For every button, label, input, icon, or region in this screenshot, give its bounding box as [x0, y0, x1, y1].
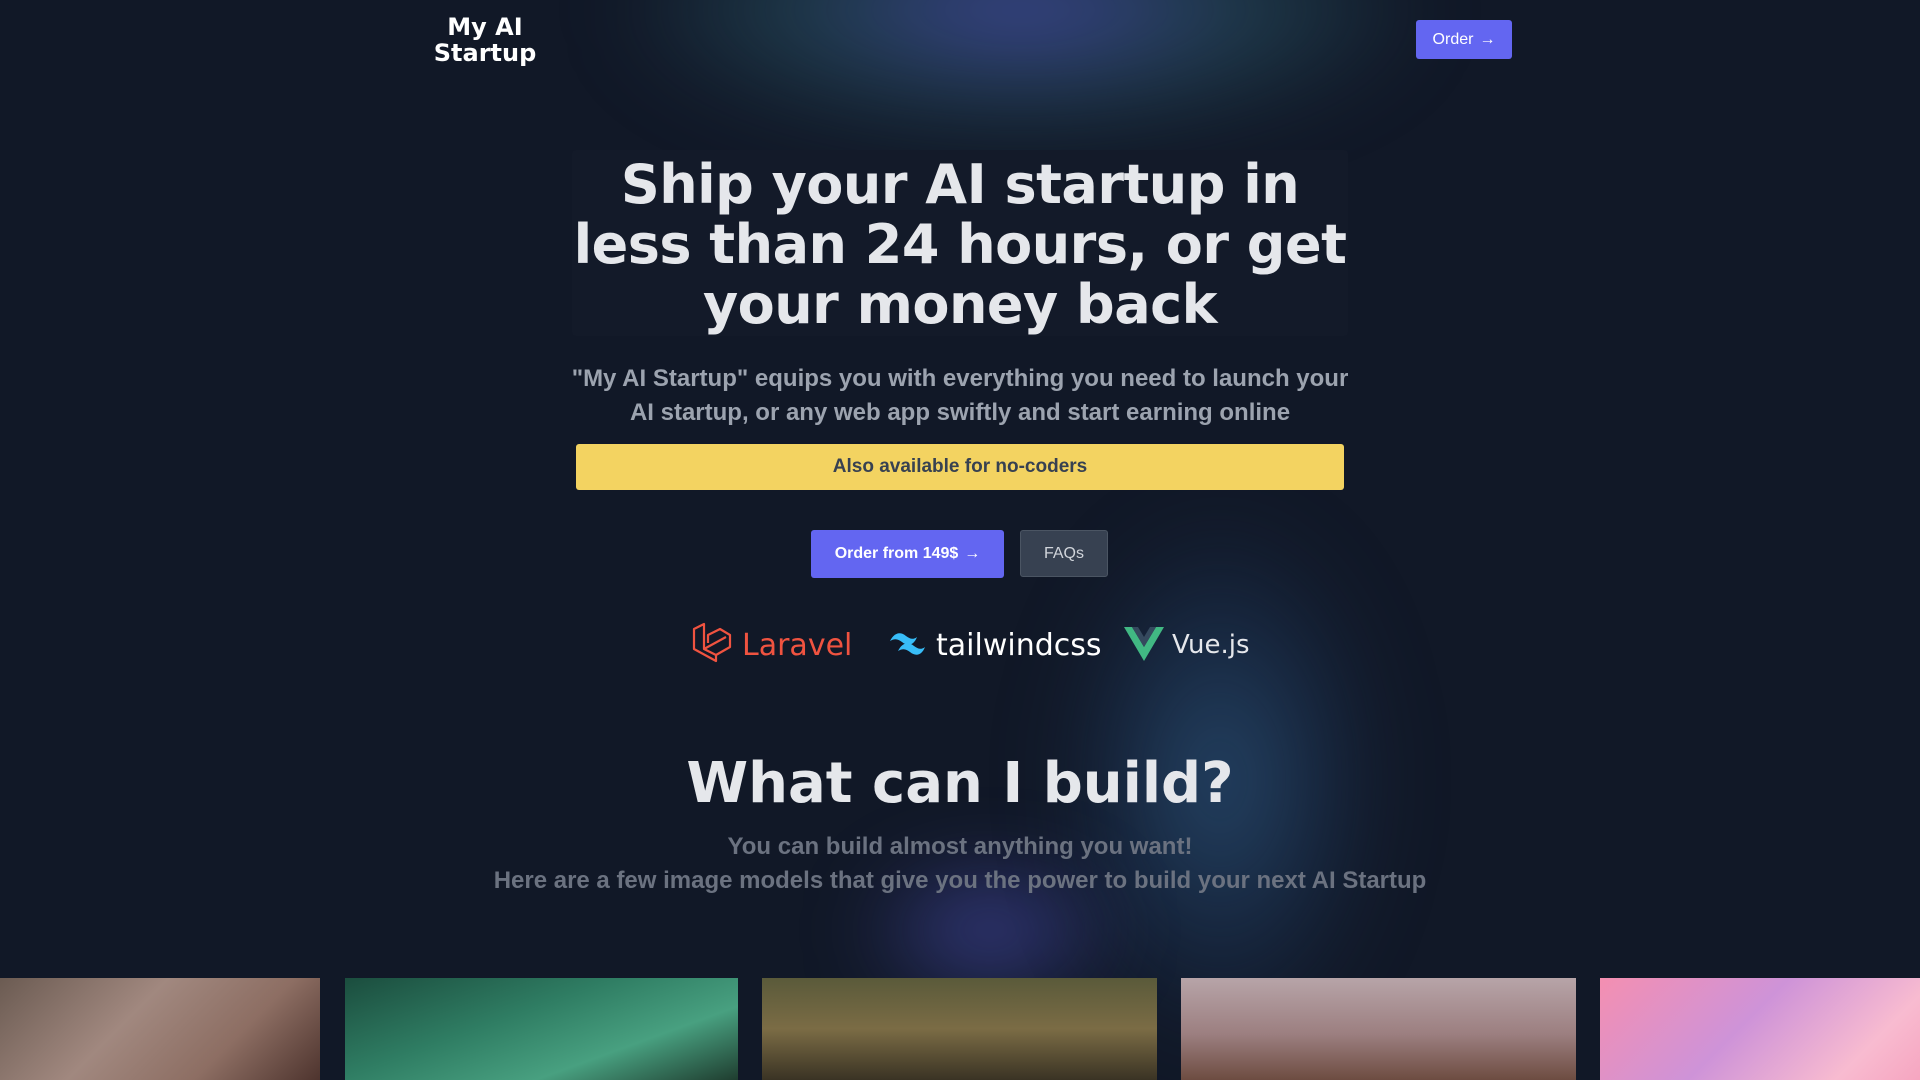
vue-label: Vue.js	[1172, 630, 1250, 660]
gallery-portrait-image[interactable]	[0, 978, 320, 1080]
faqs-button[interactable]: FAQs	[1020, 530, 1108, 577]
tailwind-label: tailwindcss	[936, 627, 1102, 663]
background-glow-top	[620, 0, 1420, 140]
site-logo[interactable]: My AI Startup	[430, 14, 540, 66]
tailwind-logo-icon	[886, 629, 928, 661]
build-subtitle-line1: You can build almost anything you want!	[727, 833, 1193, 860]
tech-laravel: Laravel	[690, 620, 852, 670]
gallery-unicorn-image[interactable]	[1600, 978, 1920, 1080]
hero-subtitle: "My AI Startup" equips you with everythi…	[571, 365, 1349, 426]
hero-title: Ship your AI startup in less than 24 hou…	[573, 153, 1347, 336]
gallery-mona-lisa-image[interactable]	[762, 978, 1157, 1080]
order-button-label: Order	[1432, 30, 1474, 48]
order-button[interactable]: Order →	[1416, 20, 1512, 59]
order-from-price-label: Order from 149$	[834, 545, 959, 562]
arrow-right-icon: →	[964, 545, 981, 562]
gallery-tiger-image[interactable]	[345, 978, 738, 1080]
laravel-logo-icon	[690, 621, 734, 669]
arrow-right-icon: →	[1479, 30, 1496, 48]
tech-tailwind: tailwindcss	[886, 620, 1102, 670]
gallery-astronaut-horse-image[interactable]	[1181, 978, 1576, 1080]
vue-logo-icon	[1124, 625, 1164, 665]
build-section-subtitle: You can build almost anything you want! …	[360, 830, 1560, 898]
laravel-label: Laravel	[742, 627, 853, 663]
order-from-price-button[interactable]: Order from 149$ →	[811, 530, 1004, 578]
build-subtitle-line2: Here are a few image models that give yo…	[493, 867, 1427, 894]
tech-vue: Vue.js	[1124, 620, 1250, 670]
build-section-title: What can I build?	[686, 751, 1234, 816]
faqs-label: FAQs	[1043, 544, 1084, 562]
no-coders-banner: Also available for no-coders	[576, 444, 1344, 490]
